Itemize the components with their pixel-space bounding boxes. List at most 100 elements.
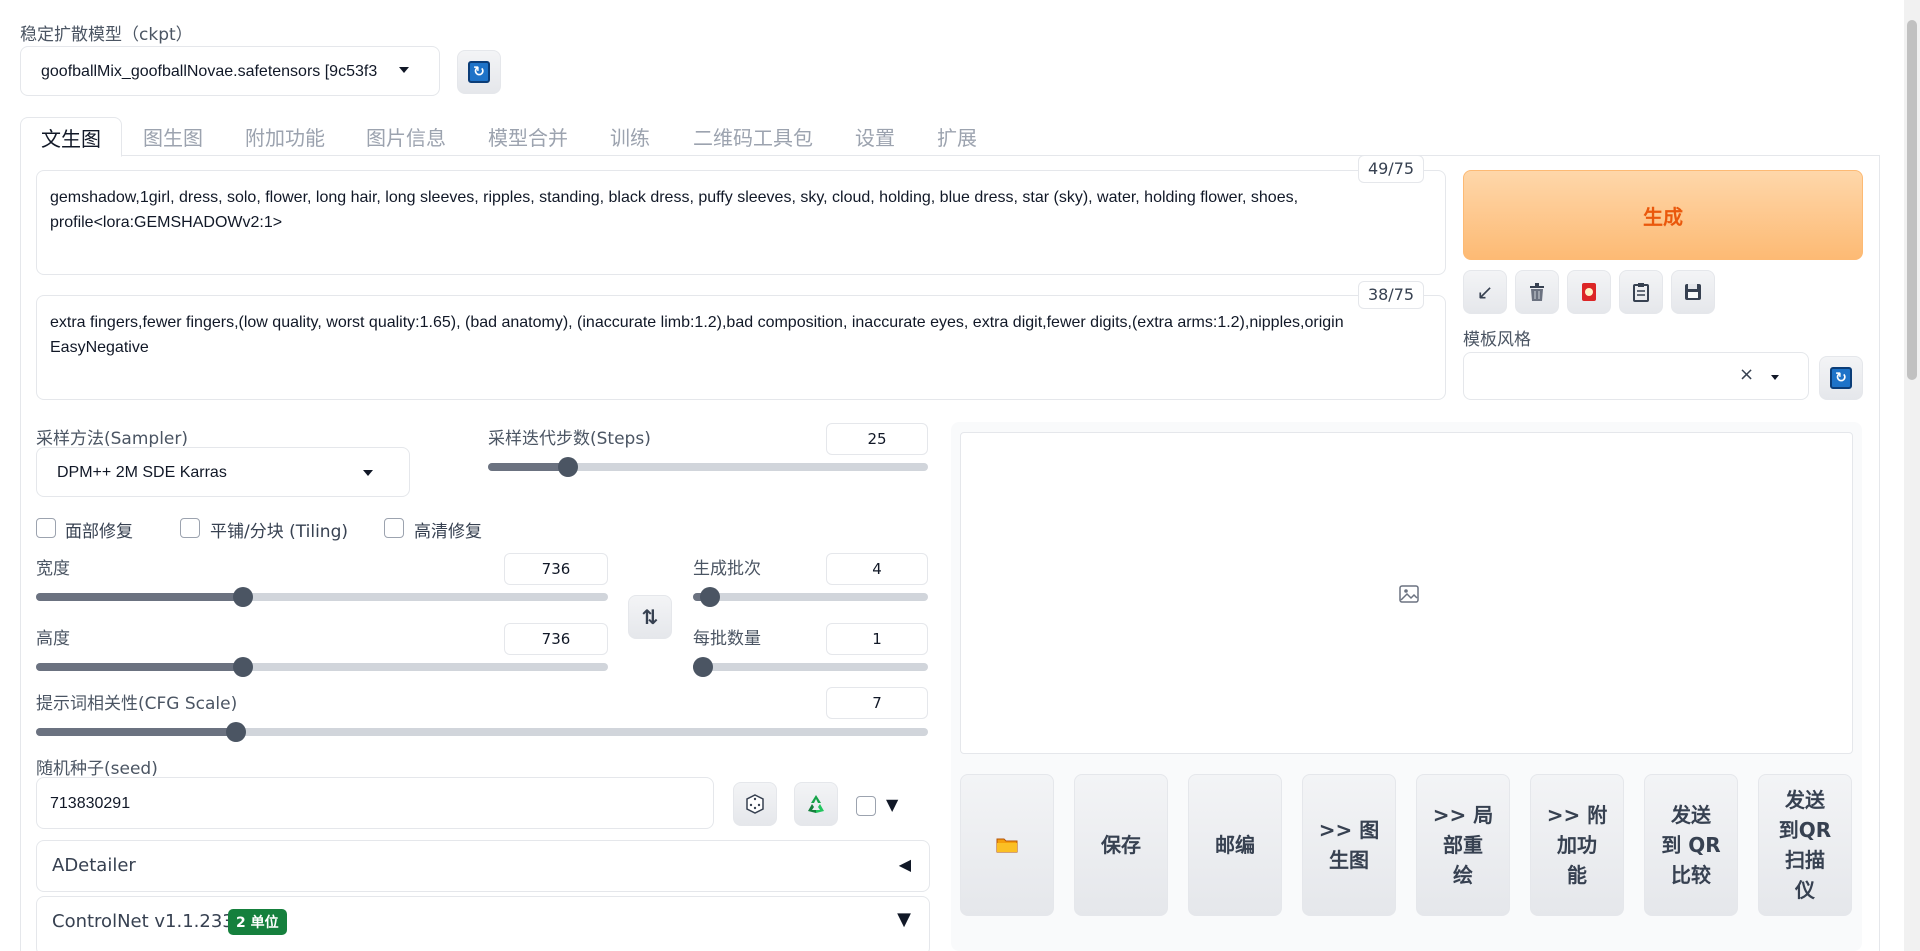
swap-dimensions-button[interactable]: ⇅ bbox=[628, 595, 672, 639]
height-input[interactable]: 736 bbox=[504, 623, 608, 655]
generate-button[interactable]: 生成 bbox=[1463, 170, 1863, 260]
hires-fix-label: 高清修复 bbox=[414, 522, 482, 542]
chevron-down-icon bbox=[1771, 375, 1779, 380]
refresh-icon: ↻ bbox=[468, 61, 490, 83]
send-to-inpaint-button[interactable]: >> 局 部重 绘 bbox=[1416, 774, 1510, 916]
clipboard-icon bbox=[1633, 283, 1649, 302]
tab-img2img[interactable]: 图生图 bbox=[143, 122, 203, 151]
height-label: 高度 bbox=[36, 629, 70, 649]
extra-seed-toggle-icon[interactable]: ▼ bbox=[886, 795, 898, 814]
negative-prompt-line-2: EasyNegative bbox=[50, 339, 149, 356]
batch-size-input[interactable]: 1 bbox=[826, 623, 928, 655]
batch-count-input[interactable]: 4 bbox=[826, 553, 928, 585]
controlnet-units-badge: 2 单位 bbox=[228, 909, 287, 935]
controlnet-accordion[interactable]: ControlNet v1.1.233 2 单位 ▼ bbox=[36, 896, 930, 951]
apply-style-button[interactable] bbox=[1619, 270, 1663, 314]
tab-png-info[interactable]: 图片信息 bbox=[366, 122, 446, 151]
steps-input[interactable]: 25 bbox=[826, 423, 928, 455]
width-slider[interactable] bbox=[36, 587, 608, 607]
cfg-slider[interactable] bbox=[36, 722, 928, 742]
face-restore-checkbox[interactable] bbox=[36, 518, 56, 538]
batch-count-slider[interactable] bbox=[693, 587, 928, 607]
collapse-arrow-icon: ◀ bbox=[898, 855, 911, 874]
dice-icon bbox=[746, 794, 764, 814]
refresh-icon: ↻ bbox=[1830, 367, 1852, 389]
clear-icon[interactable]: × bbox=[1739, 364, 1754, 385]
trash-icon bbox=[1530, 283, 1544, 301]
scrollbar[interactable] bbox=[1904, 0, 1920, 951]
tab-settings[interactable]: 设置 bbox=[855, 122, 895, 151]
sampler-value: DPM++ 2M SDE Karras bbox=[57, 464, 227, 481]
send-to-img2img-button[interactable]: >> 图 生图 bbox=[1302, 774, 1396, 916]
batch-size-label: 每批数量 bbox=[693, 629, 761, 649]
checkpoint-select[interactable]: goofballMix_goofballNovae.safetensors [9… bbox=[20, 46, 440, 96]
tab-checkpoint-merger[interactable]: 模型合并 bbox=[488, 122, 568, 151]
save-button[interactable]: 保存 bbox=[1074, 774, 1168, 916]
steps-slider[interactable] bbox=[488, 457, 928, 477]
sampler-select[interactable]: DPM++ 2M SDE Karras bbox=[36, 447, 410, 497]
seed-label: 随机种子(seed) bbox=[36, 759, 158, 779]
tab-txt2img[interactable]: 文生图 bbox=[20, 117, 122, 157]
tiling-checkbox[interactable] bbox=[180, 518, 200, 538]
floppy-disk-icon bbox=[1685, 284, 1701, 300]
image-gallery[interactable] bbox=[960, 432, 1853, 754]
scrollbar-thumb[interactable] bbox=[1907, 20, 1917, 380]
chevron-down-icon bbox=[399, 67, 409, 73]
image-placeholder-icon bbox=[1399, 585, 1419, 603]
tab-label: 文生图 bbox=[41, 127, 101, 151]
seed-value: 713830291 bbox=[50, 795, 131, 812]
zip-button[interactable]: 邮编 bbox=[1188, 774, 1282, 916]
cfg-label: 提示词相关性(CFG Scale) bbox=[36, 694, 238, 714]
send-to-qr-scanner-button[interactable]: 发送 到QR 扫描 仪 bbox=[1758, 774, 1852, 916]
recycle-icon bbox=[808, 795, 824, 813]
width-label: 宽度 bbox=[36, 559, 70, 579]
prompt-textarea[interactable]: gemshadow,1girl, dress, solo, flower, lo… bbox=[36, 170, 1446, 275]
negative-prompt-token-counter: 38/75 bbox=[1358, 281, 1424, 309]
tab-extras[interactable]: 附加功能 bbox=[245, 122, 325, 151]
swap-icon: ⇅ bbox=[641, 605, 659, 629]
chevron-down-icon bbox=[363, 470, 373, 476]
style-label: 模板风格 bbox=[1463, 330, 1531, 350]
generate-label: 生成 bbox=[1643, 204, 1683, 229]
adetailer-accordion[interactable]: ADetailer ◀ bbox=[36, 840, 930, 892]
cfg-input[interactable]: 7 bbox=[826, 687, 928, 719]
folder-icon bbox=[996, 838, 1018, 853]
negative-prompt-textarea[interactable]: extra fingers,fewer fingers,(low quality… bbox=[36, 295, 1446, 400]
prompt-token-counter: 49/75 bbox=[1358, 155, 1424, 183]
controlnet-title: ControlNet v1.1.233 bbox=[52, 911, 234, 932]
open-folder-button[interactable] bbox=[960, 774, 1054, 916]
checkpoint-label: 稳定扩散模型（ckpt） bbox=[20, 25, 193, 45]
seed-input[interactable]: 713830291 bbox=[36, 777, 714, 829]
tab-train[interactable]: 训练 bbox=[610, 122, 650, 151]
reuse-seed-button[interactable] bbox=[794, 782, 838, 826]
extra-seed-checkbox[interactable] bbox=[856, 796, 876, 816]
negative-prompt-line-1: extra fingers,fewer fingers,(low quality… bbox=[50, 314, 1344, 331]
hires-fix-checkbox[interactable] bbox=[384, 518, 404, 538]
send-to-extras-button[interactable]: >> 附 加功 能 bbox=[1530, 774, 1624, 916]
batch-size-slider[interactable] bbox=[693, 657, 928, 677]
flower-card-icon bbox=[1582, 283, 1596, 301]
tiling-label: 平铺/分块 (Tiling) bbox=[210, 522, 348, 542]
style-refresh-button[interactable]: ↻ bbox=[1819, 356, 1863, 400]
batch-count-label: 生成批次 bbox=[693, 559, 761, 579]
random-seed-button[interactable] bbox=[733, 782, 777, 826]
checkpoint-refresh-button[interactable]: ↻ bbox=[457, 50, 501, 94]
read-params-button[interactable]: ↙ bbox=[1463, 270, 1507, 314]
arrow-down-left-icon: ↙ bbox=[1476, 280, 1494, 304]
tab-extensions[interactable]: 扩展 bbox=[937, 122, 977, 151]
clear-prompt-button[interactable] bbox=[1515, 270, 1559, 314]
steps-label: 采样迭代步数(Steps) bbox=[488, 429, 651, 449]
tab-qr-toolkit[interactable]: 二维码工具包 bbox=[693, 122, 813, 151]
checkpoint-value: goofballMix_goofballNovae.safetensors [9… bbox=[41, 63, 378, 80]
height-slider[interactable] bbox=[36, 657, 608, 677]
send-to-qr-compare-button[interactable]: 发送 到 QR 比较 bbox=[1644, 774, 1738, 916]
prompt-line-2: profile<lora:GEMSHADOWv2:1> bbox=[50, 214, 283, 231]
save-style-button[interactable] bbox=[1671, 270, 1715, 314]
prompt-line-1: gemshadow,1girl, dress, solo, flower, lo… bbox=[50, 189, 1299, 206]
face-restore-label: 面部修复 bbox=[65, 522, 133, 542]
show-extra-networks-button[interactable] bbox=[1567, 270, 1611, 314]
adetailer-title: ADetailer bbox=[52, 855, 136, 876]
expand-arrow-icon: ▼ bbox=[897, 909, 911, 930]
style-select[interactable]: × bbox=[1463, 352, 1809, 400]
width-input[interactable]: 736 bbox=[504, 553, 608, 585]
